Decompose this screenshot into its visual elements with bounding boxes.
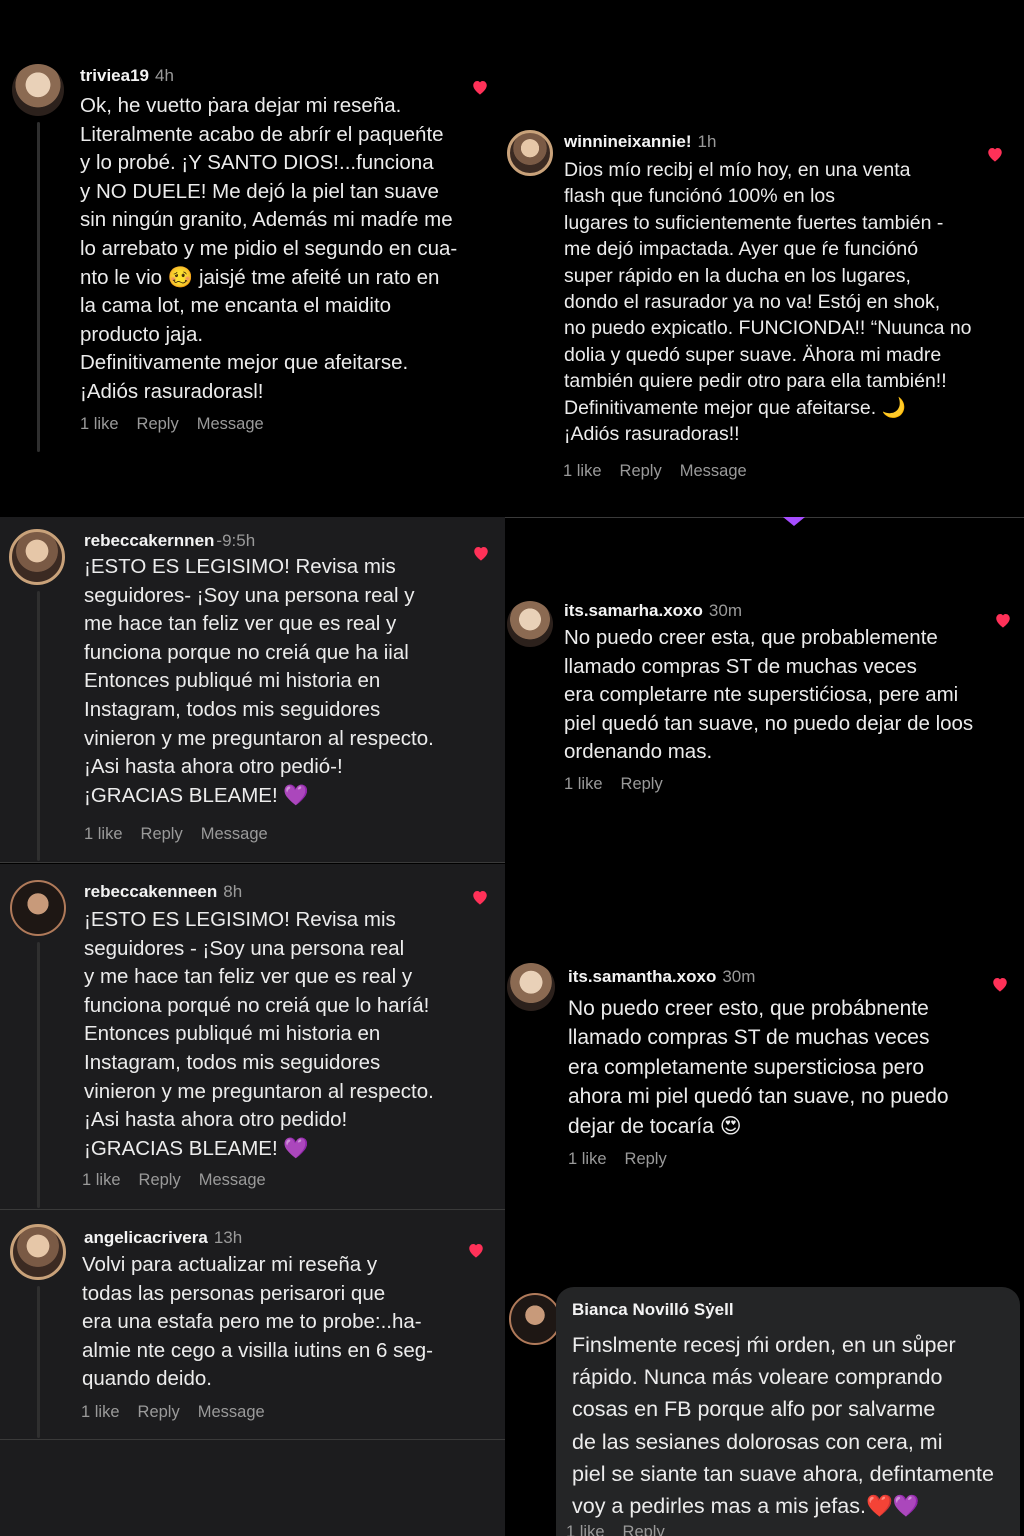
comment-actions: 1 like Reply	[568, 1150, 685, 1169]
message-button[interactable]: Message	[197, 415, 264, 433]
comment-username[interactable]: rebeccakenneen 8h	[84, 882, 242, 902]
comment-text: Ok, he vuetto ṗara dejar mi reseña. Lite…	[80, 94, 458, 403]
comment-username[interactable]: its.samantha.xoxo 30m	[568, 967, 755, 987]
like-heart-purple-icon	[783, 517, 805, 526]
comment-card: Bianca Novilló Sẏell Finslmente recesj ḿ…	[556, 1287, 1020, 1536]
comment-text: No puedo creer esta, que probablemente l…	[564, 626, 974, 764]
comment-text: Finslmente recesj ḿi orden, en un sůper …	[572, 1333, 994, 1519]
comment-panel-rebeccakernnen: rebeccakernnen -9:5h ¡ESTO ES LEGISIMO! R…	[0, 517, 505, 863]
reply-button[interactable]: Reply	[137, 415, 179, 433]
comment-username[interactable]: rebeccakernnen -9:5h	[84, 531, 255, 551]
comment-actions: 1 like Reply Message	[81, 1403, 283, 1422]
comment-username[interactable]: triviea19 4h	[80, 66, 174, 86]
avatar[interactable]	[10, 880, 66, 936]
avatar[interactable]	[509, 1293, 561, 1345]
reply-button[interactable]: Reply	[621, 775, 663, 793]
comment-actions: 1 like Reply Message	[84, 825, 286, 844]
avatar[interactable]	[507, 601, 553, 647]
comment-actions: 1 like Reply Message	[80, 415, 282, 434]
divider	[0, 862, 505, 863]
comment-panel-winnineixannie: winnineixannie! 1h Dios mío recibj el mío…	[505, 0, 1024, 517]
comment-actions: 1 like Reply Message	[563, 462, 765, 481]
comment-text: Dios mío recibj el mío hoy, en una venta…	[564, 159, 972, 446]
comment-time: 8h	[223, 882, 243, 901]
comment-actions: 1 like Reply	[564, 775, 681, 794]
comment-time: 13h	[213, 1228, 243, 1247]
likes-count[interactable]: 1 like	[563, 462, 602, 480]
avatar[interactable]	[9, 529, 65, 585]
comment-panel-triviea19: triviea19 4h Ok, he vuetto ṗara dejar mi …	[0, 0, 505, 517]
divider	[505, 517, 1024, 518]
thread-line	[37, 122, 40, 452]
comment-time: -9:5h	[216, 531, 256, 550]
comment-text: ¡ESTO ES LEGISIMO! Revisa mis seguidores…	[84, 908, 434, 1160]
comment-text: Volvi para actualizar mi reseña y todas …	[82, 1253, 433, 1391]
reply-button[interactable]: Reply	[623, 1523, 665, 1536]
message-button[interactable]: Message	[201, 825, 268, 843]
comment-panel-bianca: Bianca Novilló Sẏell Finslmente recesj ḿ…	[505, 1235, 1024, 1536]
like-heart-icon[interactable]	[991, 975, 1009, 993]
likes-count[interactable]: 1 like	[84, 825, 123, 843]
comment-username[interactable]: Bianca Novilló Sẏell	[572, 1300, 734, 1320]
avatar[interactable]	[507, 963, 555, 1011]
comment-text: No puedo creer esto, que probábnente lla…	[568, 997, 949, 1138]
empty-panel	[0, 1440, 505, 1536]
message-button[interactable]: Message	[680, 462, 747, 480]
like-heart-icon[interactable]	[471, 888, 489, 906]
comment-text: ¡ESTO ES LEGISIMO! Revisa mis seguidores…	[84, 555, 434, 807]
likes-count[interactable]: 1 like	[566, 1523, 605, 1536]
comment-panel-rebeccakenneen: rebeccakenneen 8h ¡ESTO ES LEGISIMO! Revi…	[0, 864, 505, 1210]
comment-panel-its-samarha-xoxo: its.samarha.xoxo 30m No puedo creer esta,…	[505, 517, 1024, 935]
reply-button[interactable]: Reply	[625, 1150, 667, 1168]
comment-actions: 1 like Reply	[566, 1523, 683, 1536]
comment-panel-its-samantha-xoxo: its.samantha.xoxo 30m No puedo creer esto…	[505, 935, 1024, 1235]
comment-panel-angelicacrivera: angelicacrivera 13h Volvi para actualizar…	[0, 1210, 505, 1440]
comment-username[interactable]: its.samarha.xoxo 30m	[564, 601, 742, 621]
message-button[interactable]: Message	[199, 1171, 266, 1189]
likes-count[interactable]: 1 like	[81, 1403, 120, 1421]
comment-time: 1h	[697, 132, 717, 151]
message-button[interactable]: Message	[198, 1403, 265, 1421]
comment-time: 30m	[708, 601, 742, 620]
likes-count[interactable]: 1 like	[82, 1171, 121, 1189]
comment-time: 30m	[722, 967, 756, 986]
likes-count[interactable]: 1 like	[80, 415, 119, 433]
avatar[interactable]	[10, 1224, 66, 1280]
reply-button[interactable]: Reply	[139, 1171, 181, 1189]
thread-line	[37, 942, 40, 1208]
reply-button[interactable]: Reply	[138, 1403, 180, 1421]
comment-actions: 1 like Reply Message	[82, 1171, 284, 1190]
reply-button[interactable]: Reply	[141, 825, 183, 843]
avatar[interactable]	[507, 130, 553, 176]
likes-count[interactable]: 1 like	[568, 1150, 607, 1168]
comment-time: 4h	[155, 66, 174, 85]
comment-username[interactable]: winnineixannie! 1h	[564, 132, 716, 152]
thread-line	[37, 1286, 40, 1438]
reply-button[interactable]: Reply	[620, 462, 662, 480]
avatar[interactable]	[12, 64, 64, 116]
thread-line	[37, 591, 40, 861]
comment-username[interactable]: angelicacrivera 13h	[84, 1228, 242, 1248]
likes-count[interactable]: 1 like	[564, 775, 603, 793]
